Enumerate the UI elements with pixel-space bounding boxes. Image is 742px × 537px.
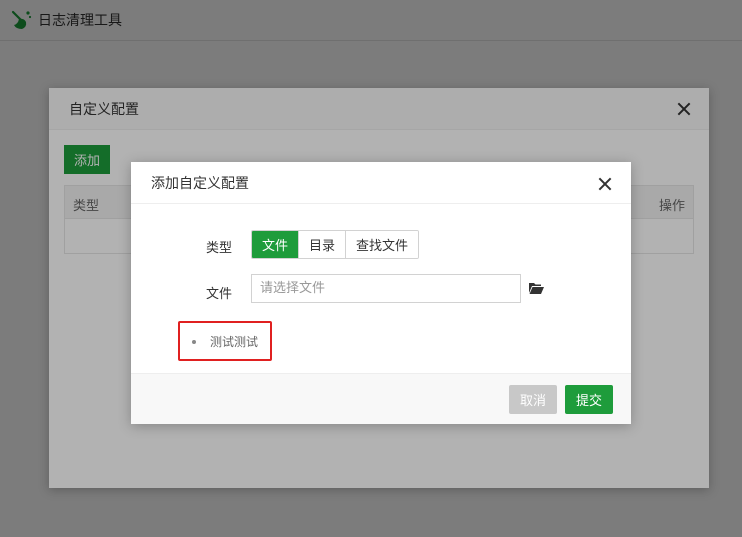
file-label: 文件 [206, 287, 233, 302]
add-custom-config-dialog: 添加自定义配置 类型 文件 目录 查找文件 文件 测试测试 取消 提交 [131, 162, 631, 424]
type-label: 类型 [206, 241, 233, 256]
type-option-find-file[interactable]: 查找文件 [345, 231, 419, 258]
dialog-header: 添加自定义配置 [131, 162, 631, 204]
type-option-directory[interactable]: 目录 [298, 231, 346, 258]
close-icon[interactable] [598, 177, 612, 191]
dialog-title: 添加自定义配置 [151, 175, 249, 192]
list-item: 测试测试 [192, 333, 258, 350]
file-input[interactable] [251, 274, 521, 303]
dialog-footer: 取消 提交 [131, 373, 631, 424]
bullet-icon [192, 339, 196, 344]
selected-items-list: 测试测试 [178, 321, 272, 361]
submit-button[interactable]: 提交 [565, 385, 613, 414]
cancel-button[interactable]: 取消 [509, 385, 557, 414]
list-item-label: 测试测试 [210, 335, 259, 349]
type-option-file[interactable]: 文件 [252, 231, 299, 258]
folder-open-icon[interactable] [529, 282, 544, 294]
type-selector: 文件 目录 查找文件 [251, 230, 420, 259]
